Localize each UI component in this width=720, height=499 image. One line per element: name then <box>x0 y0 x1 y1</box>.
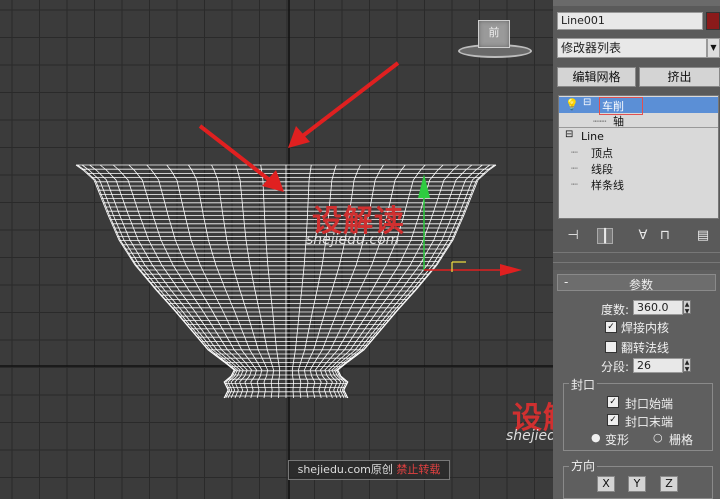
flip-normals-checkbox[interactable] <box>605 341 617 353</box>
weld-core-checkbox[interactable]: ✓ <box>605 321 617 333</box>
segments-field[interactable]: 26 <box>633 358 683 373</box>
stack-item-lathe-label: 车削 <box>602 100 624 113</box>
edit-mesh-button[interactable]: 编辑网格 <box>557 67 636 87</box>
panel-divider <box>553 252 720 253</box>
bowl-meridian-line <box>99 164 241 399</box>
collapse-minus-icon: - <box>564 275 569 289</box>
bowl-wireframe <box>75 164 497 399</box>
stack-divider <box>559 127 718 128</box>
watermark-url: shejiedu.com <box>306 232 400 248</box>
object-name-field[interactable]: Line001 <box>557 12 703 30</box>
object-color-swatch[interactable] <box>706 12 720 30</box>
cap-start-checkbox[interactable]: ✓ <box>607 396 619 408</box>
tree-branch-icon: ┈ <box>571 178 578 191</box>
segments-spinner[interactable]: ▲ ▼ <box>683 358 691 373</box>
view-cube-face-label: 前 <box>488 26 500 39</box>
direction-x-button[interactable]: X <box>597 476 615 492</box>
bowl-meridian-line <box>77 164 235 399</box>
modifier-list-dropdown[interactable]: 修改器列表 <box>557 38 707 58</box>
direction-z-button[interactable]: Z <box>660 476 678 492</box>
viewport-canvas[interactable] <box>0 0 553 499</box>
gizmo-x-arrow-icon <box>500 264 522 276</box>
perspective-viewport[interactable]: 前 设解读 shejiedu.com 设解读 shejiedu.com shej… <box>0 0 553 499</box>
bowl-meridian-line <box>75 164 235 399</box>
flip-normals-label: 翻转法线 <box>621 341 670 355</box>
panel-tabs-strip[interactable] <box>553 0 720 6</box>
capping-title: 封口 <box>569 376 598 393</box>
panel-divider <box>553 262 720 263</box>
parameters-rollout-header[interactable]: - 参数 <box>557 274 716 292</box>
cap-end-label: 封口末端 <box>625 415 674 429</box>
bowl-meridian-line <box>89 164 238 399</box>
direction-y-button[interactable]: Y <box>628 476 646 492</box>
make-unique-icon[interactable]: ∀ <box>635 228 651 244</box>
bowl-meridian-line <box>81 164 236 399</box>
bowl-meridian-line <box>166 164 257 399</box>
stack-item-line[interactable]: Line <box>581 130 604 143</box>
morph-label: 变形 <box>605 433 630 447</box>
weld-core-label: 焊接内核 <box>621 321 670 335</box>
parameters-rollout: - 参数 度数: 360.0 ▲ ▼ ✓ 焊接内核 翻转法线 分段: 26 ▲ ▼ … <box>553 270 720 499</box>
tree-branch-icon: ┈ <box>571 162 578 175</box>
tree-branch-icon: ┈ <box>571 146 578 159</box>
configure-modifier-sets-icon[interactable]: ▤ <box>695 228 711 244</box>
stack-item-vertex[interactable]: 顶点 <box>591 145 613 161</box>
grid-radio[interactable]: ○ <box>653 431 663 444</box>
parameters-title: 参数 <box>629 278 654 292</box>
degrees-spinner[interactable]: ▲ ▼ <box>683 300 691 315</box>
grid-label: 栅格 <box>669 433 694 447</box>
bowl-meridian-line <box>291 164 312 399</box>
expand-minus-icon[interactable]: ⊟ <box>565 129 573 140</box>
morph-radio[interactable]: ● <box>591 431 601 444</box>
cap-end-checkbox[interactable]: ✓ <box>607 414 619 426</box>
bowl-meridian-line <box>235 164 275 399</box>
pin-stack-icon[interactable]: ⊣ <box>565 228 581 244</box>
stack-item-segment[interactable]: 线段 <box>591 161 613 177</box>
show-end-result-icon[interactable]: ┃ <box>597 228 613 244</box>
degrees-field[interactable]: 360.0 <box>633 300 683 315</box>
modifier-list-arrow-icon[interactable]: ▼ <box>707 38 720 58</box>
annotation-arrow-head-icon <box>288 126 310 148</box>
watermark-url-2: shejiedu.com <box>506 428 553 444</box>
degrees-label: 度数: <box>601 303 630 317</box>
watermark-footer-site: shejiedu.com原创 <box>297 463 393 476</box>
stack-item-spline[interactable]: 样条线 <box>591 177 624 193</box>
extrude-button[interactable]: 挤出 <box>639 67 720 87</box>
view-cube[interactable]: 前 <box>478 20 510 48</box>
cap-start-label: 封口始端 <box>625 397 674 411</box>
lightbulb-icon[interactable]: 💡 <box>565 98 579 111</box>
expand-minus-icon[interactable]: ⊟ <box>583 97 591 108</box>
remove-modifier-icon[interactable]: ⊓ <box>657 228 673 244</box>
watermark-footer: shejiedu.com原创 禁止转载 <box>288 460 450 480</box>
direction-title: 方向 <box>569 457 598 474</box>
segments-label: 分段: <box>601 360 630 374</box>
bowl-meridian-line <box>260 164 281 399</box>
watermark-footer-notice: 禁止转载 <box>396 463 441 476</box>
bowl-meridian-line <box>112 164 244 399</box>
modifier-stack[interactable]: 💡 ⊟ 车削 ┈┈ 轴 ⊟ Line ┈ 顶点 ┈ 线段 ┈ 样条线 <box>558 95 719 219</box>
